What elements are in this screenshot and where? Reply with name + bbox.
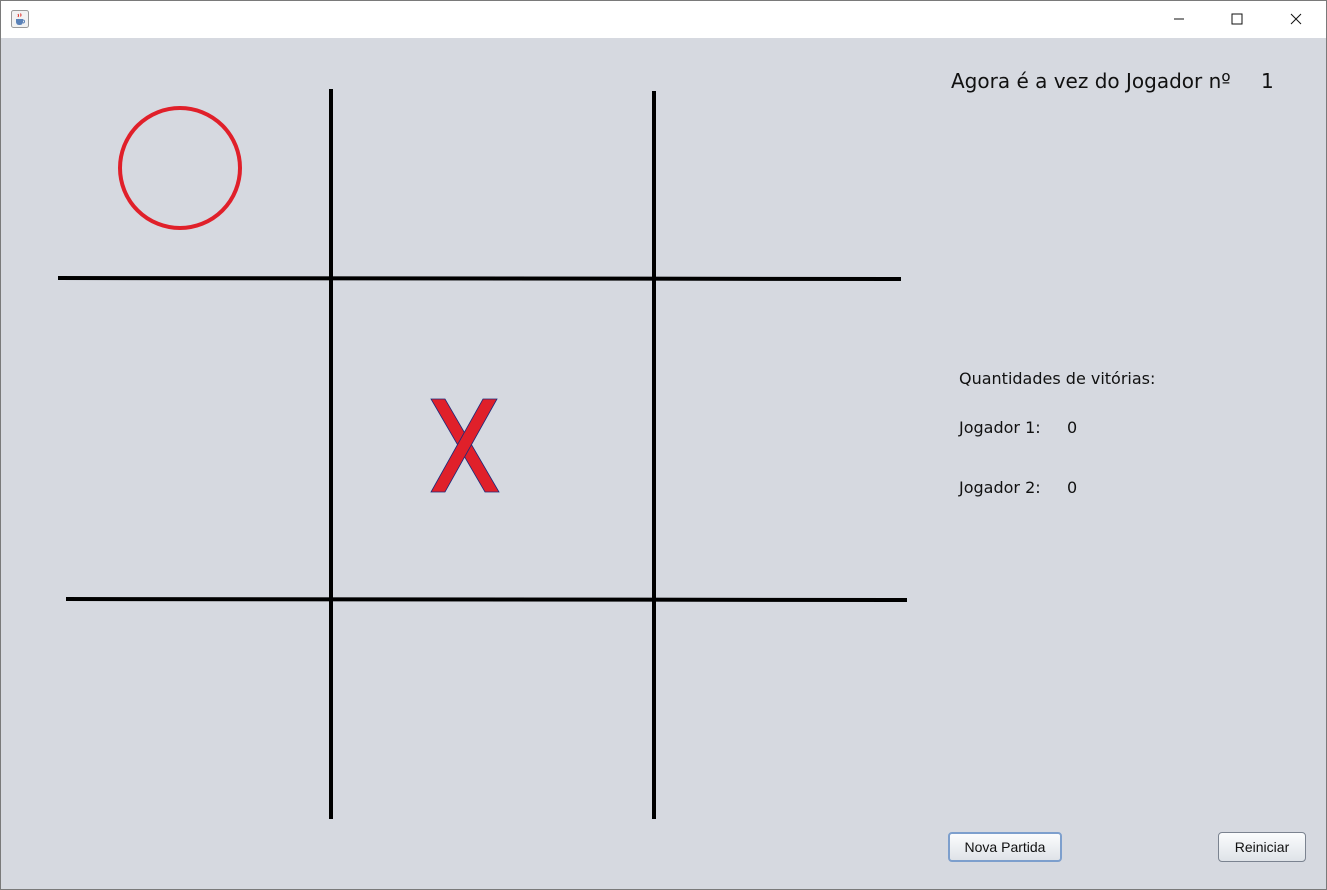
cell-1-1[interactable] [333,281,652,597]
cell-2-2[interactable] [656,602,907,819]
minimize-icon [1173,10,1185,29]
grid-line-horizontal-1 [57,276,902,281]
title-bar[interactable] [1,1,1326,38]
minimize-button[interactable] [1150,1,1208,38]
cell-2-1[interactable] [333,602,652,819]
close-button[interactable] [1267,1,1325,38]
close-icon [1290,10,1302,29]
player-2-label: Jogador 2: [959,478,1041,497]
grid-line-horizontal-2 [65,597,908,602]
maximize-icon [1231,10,1243,29]
turn-player-number: 1 [1261,69,1274,93]
cell-0-1[interactable] [333,89,652,276]
cell-2-0[interactable] [58,602,329,819]
o-mark-icon [118,106,242,230]
player-1-wins: 0 [1067,418,1078,437]
player-1-label: Jogador 1: [959,418,1041,437]
tic-tac-toe-board [1,39,921,839]
player-2-wins: 0 [1067,478,1078,497]
restart-button[interactable]: Reiniciar [1218,832,1306,862]
java-coffee-cup-icon [11,10,29,28]
game-window: Agora é a vez do Jogador nº 1 Quantidade… [0,0,1327,890]
cell-0-2[interactable] [656,89,901,276]
cell-0-0[interactable] [58,89,329,276]
cell-1-2[interactable] [656,281,901,597]
cell-1-0[interactable] [58,281,329,597]
x-mark-icon [430,398,500,493]
turn-label: Agora é a vez do Jogador nº [951,69,1231,93]
maximize-button[interactable] [1208,1,1266,38]
wins-title: Quantidades de vitórias: [959,369,1156,388]
new-game-button[interactable]: Nova Partida [948,832,1062,862]
